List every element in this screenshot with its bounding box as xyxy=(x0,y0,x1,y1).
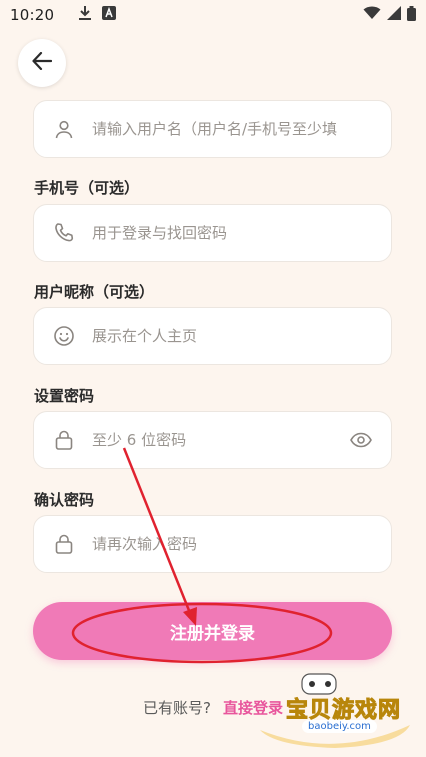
smiley-icon xyxy=(52,324,76,348)
confirm-field[interactable] xyxy=(33,515,392,573)
user-icon xyxy=(52,117,76,141)
a-badge-icon xyxy=(102,6,117,24)
username-field[interactable] xyxy=(33,100,392,158)
arrow-left-icon xyxy=(32,51,53,74)
phone-field[interactable] xyxy=(33,204,392,262)
password-label: 设置密码 xyxy=(34,387,95,405)
signal-icon xyxy=(387,6,401,24)
battery-icon xyxy=(407,5,416,25)
username-input[interactable] xyxy=(92,120,373,138)
confirm-label: 确认密码 xyxy=(34,491,95,509)
nickname-input[interactable] xyxy=(92,327,373,345)
status-bar: 10:20 xyxy=(0,0,426,30)
login-prompt: 已有账号? xyxy=(143,699,211,717)
phone-label: 手机号（可选） xyxy=(34,179,140,197)
watermark-url: baobeiy.com xyxy=(302,720,377,733)
nickname-field[interactable] xyxy=(33,307,392,365)
wifi-icon xyxy=(363,6,381,24)
confirm-input[interactable] xyxy=(92,535,373,553)
phone-icon xyxy=(52,221,76,245)
nickname-label: 用户昵称（可选） xyxy=(34,283,155,301)
password-input[interactable] xyxy=(92,431,349,449)
status-right xyxy=(363,5,416,25)
status-left: 10:20 xyxy=(10,5,117,25)
lock-icon xyxy=(52,532,76,556)
register-login-button[interactable]: 注册并登录 xyxy=(33,602,392,660)
login-link[interactable]: 直接登录 xyxy=(223,699,283,717)
download-icon xyxy=(78,5,92,25)
password-field[interactable] xyxy=(33,411,392,469)
status-time: 10:20 xyxy=(10,6,55,24)
back-button[interactable] xyxy=(18,39,66,87)
login-row: 已有账号? 直接登录 xyxy=(0,697,426,718)
lock-icon xyxy=(52,428,76,452)
eye-icon[interactable] xyxy=(349,428,373,452)
phone-input[interactable] xyxy=(92,224,373,242)
